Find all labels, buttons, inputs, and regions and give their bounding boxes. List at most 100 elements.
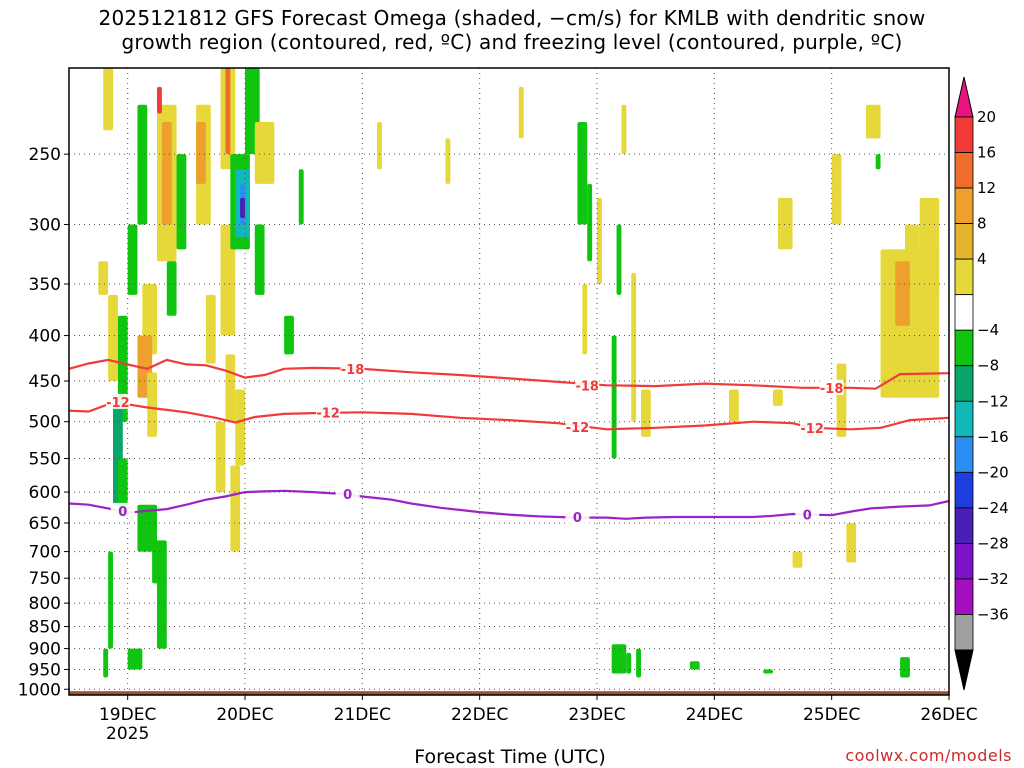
omega-cell — [445, 138, 451, 184]
contour-layer: -18 -18 -18 -12 -12 -12 -12 0 0 0 0 — [68, 358, 950, 526]
colorbar-swatch — [954, 116, 974, 153]
contour-label: -18 — [341, 363, 365, 378]
omega-cell — [836, 363, 847, 437]
contour-label: -12 — [316, 406, 340, 421]
omega-cell — [831, 154, 842, 225]
colorbar-label: 20 — [977, 108, 996, 126]
omega-cell — [157, 86, 162, 114]
contour-label: 0 — [803, 509, 812, 524]
omega-cell — [582, 284, 588, 355]
x-tick-label: 22DEC — [451, 705, 508, 725]
omega-cell — [161, 121, 172, 225]
y-tick-label: 900 — [29, 640, 61, 660]
x-axis: 19DEC2025 20DEC 21DEC 22DEC 23DEC 24DEC 25DEC 2… — [99, 695, 978, 744]
omega-cell — [518, 86, 524, 139]
omega-cell — [254, 121, 275, 184]
omega-cell — [205, 294, 216, 364]
omega-cell — [729, 389, 739, 422]
colorbar-bottom-arrow — [954, 649, 974, 691]
omega-cell — [225, 354, 236, 422]
contour-label: -18 — [575, 379, 599, 394]
omega-cell — [777, 197, 793, 250]
y-tick-label: 850 — [29, 618, 61, 638]
y-tick-label: 550 — [29, 449, 61, 469]
y-tick-label: 350 — [29, 275, 61, 295]
colorbar-label: −8 — [977, 357, 999, 375]
colorbar-label: 4 — [977, 250, 987, 268]
x-tick-label: 23DEC — [568, 705, 625, 725]
colorbar-label: −24 — [977, 499, 1009, 517]
colorbar-label: −16 — [977, 428, 1009, 446]
y-tick-label: 600 — [29, 483, 61, 503]
colorbar-swatch — [954, 258, 974, 296]
colorbar-swatch — [954, 507, 974, 544]
contour-label: 0 — [573, 511, 582, 526]
omega-cell — [127, 648, 143, 670]
omega-cell — [196, 121, 206, 184]
omega-cell — [298, 169, 304, 225]
omega-cell — [875, 154, 881, 170]
colorbar-label: −32 — [977, 570, 1009, 588]
site-credit[interactable]: coolwx.com/models — [845, 746, 1012, 765]
y-tick-label: 1000 — [18, 680, 61, 700]
omega-cell — [689, 661, 700, 670]
omega-cell — [176, 154, 187, 250]
omega-cell — [587, 183, 593, 262]
colorbar-swatch — [954, 329, 974, 367]
colorbar-swatch — [954, 471, 974, 509]
colorbar-label: −28 — [977, 534, 1009, 552]
y-axis: 2503003504004505005506006507007508008509… — [18, 145, 69, 700]
y-tick-label: 450 — [29, 372, 61, 392]
omega-cell — [905, 224, 920, 262]
contour-label: -12 — [800, 422, 824, 437]
contour-label: -12 — [106, 396, 130, 411]
omega-cell — [147, 372, 157, 437]
colorbar-label: −4 — [977, 321, 999, 339]
x-axis-label: Forecast Time (UTC) — [414, 746, 606, 768]
omega-cell — [152, 540, 167, 584]
colorbar-label: 16 — [977, 144, 996, 162]
colorbar-swatch — [954, 578, 974, 615]
colorbar-top-arrow — [954, 76, 974, 118]
omega-shading-layer — [98, 68, 940, 678]
colorbar-label: 12 — [977, 179, 996, 197]
contour-label: 0 — [118, 505, 127, 520]
y-tick-label: 650 — [29, 514, 61, 534]
omega-cell — [895, 261, 910, 326]
x-tick-label: 25DEC — [803, 705, 860, 725]
omega-cell — [919, 197, 940, 295]
colorbar-swatch — [954, 436, 974, 473]
omega-cell — [641, 389, 651, 437]
y-tick-label: 300 — [29, 216, 61, 236]
x-tick-label: 20DEC — [216, 705, 273, 725]
colorbar-swatch — [954, 365, 974, 402]
x-tick-sublabel: 2025 — [106, 724, 149, 744]
omega-cell — [621, 104, 627, 155]
colorbar-swatch — [954, 223, 974, 260]
y-tick-label: 250 — [29, 145, 61, 165]
contour-label: -18 — [820, 382, 844, 397]
omega-cell — [103, 68, 113, 131]
y-tick-label: 950 — [29, 660, 61, 680]
x-tick-label: 26DEC — [920, 705, 977, 725]
colorbar-swatch — [954, 543, 974, 580]
omega-cell — [157, 578, 167, 649]
colorbar-swatch — [954, 152, 974, 189]
omega-cell — [865, 104, 881, 139]
omega-cell — [108, 294, 118, 382]
x-tick-label: 19DEC — [99, 705, 156, 725]
omega-cell — [846, 522, 857, 563]
y-tick-label: 500 — [29, 413, 61, 433]
omega-cell — [230, 465, 241, 552]
omega-cell — [626, 652, 632, 674]
colorbar-label: 8 — [977, 215, 987, 233]
colorbar-swatch — [954, 294, 974, 331]
y-tick-label: 700 — [29, 543, 61, 563]
omega-cell — [377, 121, 382, 170]
contour-line — [68, 358, 950, 390]
colorbar: 20 16 12 8 4 −4 −8 −12 −16 −20 −24 −28 −32 −36 — [954, 76, 1009, 691]
colorbar-label: −20 — [977, 463, 1009, 481]
omega-cell — [235, 389, 245, 466]
y-tick-label: 800 — [29, 594, 61, 614]
contour-label: 0 — [343, 488, 352, 503]
